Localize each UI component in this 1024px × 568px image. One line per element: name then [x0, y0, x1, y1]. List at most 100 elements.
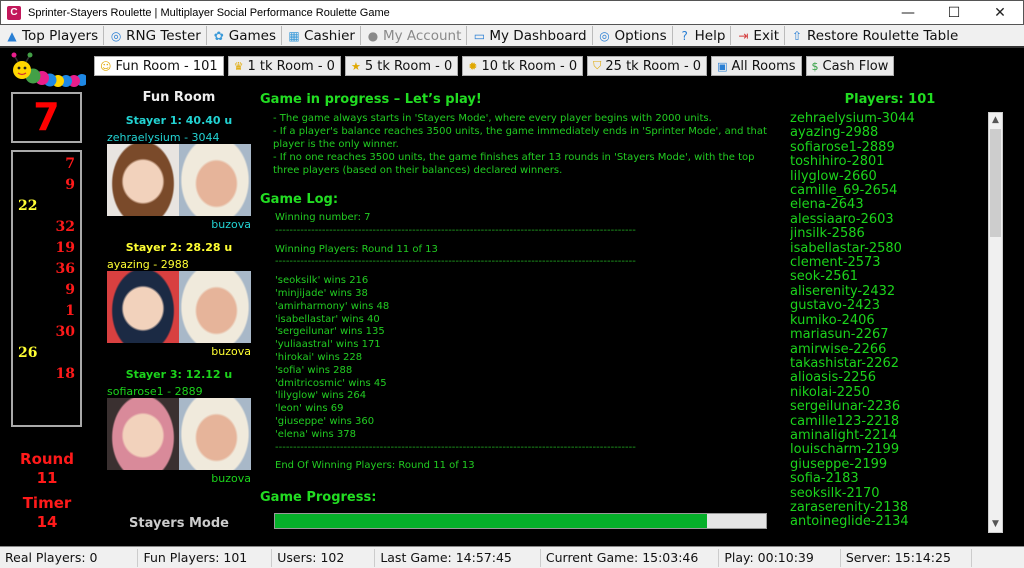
- player-list-item[interactable]: alioasis-2256: [790, 370, 986, 385]
- room-tabs: ☺ Fun Room - 101 ♛ 1 tk Room - 0 ★ 5 tk Room …: [94, 56, 895, 76]
- menu-item-restore-roulette-table[interactable]: ⇧ Restore Roulette Table: [785, 26, 963, 45]
- player-avatar: [107, 271, 179, 343]
- stayer-avatars: [107, 144, 251, 216]
- history-number: 36: [55, 261, 75, 277]
- menu-item-label: Exit: [753, 27, 779, 44]
- scroll-down-icon[interactable]: ▼: [989, 517, 1002, 532]
- status-current-game: Current Game: 15:03:46: [541, 548, 720, 567]
- menu-item-help[interactable]: ? Help: [673, 26, 732, 45]
- stayer-player-name: ayazing - 2988: [107, 258, 189, 271]
- player-list-item[interactable]: louischarm-2199: [790, 442, 986, 457]
- menu-item-label: My Dashboard: [489, 27, 587, 44]
- history-number: 22: [18, 198, 38, 214]
- menu-item-top-players[interactable]: ▲ Top Players: [0, 26, 105, 45]
- player-list-item[interactable]: amirwise-2266: [790, 342, 986, 357]
- timer-label: Timer: [22, 494, 72, 512]
- room-tab-25-tk-room[interactable]: ⛉ 25 tk Room - 0: [587, 56, 708, 76]
- player-list-item[interactable]: sofia-2183: [790, 471, 986, 486]
- player-list-item[interactable]: jinsilk-2586: [790, 226, 986, 241]
- player-list-item[interactable]: clement-2573: [790, 255, 986, 270]
- player-list-item[interactable]: aliserenity-2432: [790, 284, 986, 299]
- user-icon: ●: [367, 28, 379, 43]
- winning-number-line: Winning number: 7: [275, 212, 371, 223]
- menu-item-rng-tester[interactable]: ◎ RNG Tester: [104, 26, 207, 45]
- players-scrollbar[interactable]: ▲ ▼: [988, 112, 1003, 533]
- player-list-item[interactable]: zaraserenity-2138: [790, 500, 986, 515]
- player-list-item[interactable]: giuseppe-2199: [790, 457, 986, 472]
- player-list-item[interactable]: sergeilunar-2236: [790, 399, 986, 414]
- win-entry: 'sergeilunar' wins 135: [275, 326, 385, 338]
- game-rules: - The game always starts in 'Stayers Mod…: [273, 112, 773, 177]
- room-tab-cash-flow[interactable]: $ Cash Flow: [805, 56, 895, 76]
- player-list-item[interactable]: mariasun-2267: [790, 327, 986, 342]
- status-play: Play: 00:10:39: [719, 548, 841, 567]
- room-tab-fun-room[interactable]: ☺ Fun Room - 101: [94, 56, 224, 76]
- player-list-item[interactable]: sofiarose1-2889: [790, 140, 986, 155]
- stayer-avatars: [107, 398, 251, 470]
- menu-item-exit[interactable]: ⇥ Exit: [731, 26, 785, 45]
- room-title: Fun Room: [142, 90, 216, 105]
- player-list-item[interactable]: toshihiro-2801: [790, 154, 986, 169]
- dollar-icon: $: [811, 59, 819, 73]
- game-log-title: Game Log:: [260, 192, 339, 207]
- log-separator: ----------------------------------------…: [275, 224, 636, 236]
- player-list-item[interactable]: nikolai-2250: [790, 385, 986, 400]
- player-list-item[interactable]: takashistar-2262: [790, 356, 986, 371]
- player-list-item[interactable]: lilyglow-2660: [790, 169, 986, 184]
- menu-item-my-dashboard[interactable]: ▭ My Dashboard: [467, 26, 593, 45]
- game-progress-bar: [274, 513, 767, 529]
- player-list-item[interactable]: isabellastar-2580: [790, 241, 986, 256]
- player-list-item[interactable]: ayazing-2988: [790, 125, 986, 140]
- round-value: 11: [36, 469, 58, 487]
- player-list-item[interactable]: kumiko-2406: [790, 313, 986, 328]
- room-tab-all-rooms[interactable]: ▣ All Rooms: [711, 56, 802, 76]
- player-list-item[interactable]: elena-2643: [790, 198, 986, 213]
- win-entry: 'leon' wins 69: [275, 403, 344, 415]
- game-progress-fill: [275, 514, 708, 528]
- maximize-button[interactable]: ☐: [931, 1, 977, 25]
- status-fun-players: Fun Players: 101: [138, 548, 273, 567]
- win-entry: 'seoksilk' wins 216: [275, 275, 369, 287]
- room-tab-label: 5 tk Room - 0: [364, 58, 453, 74]
- scroll-up-icon[interactable]: ▲: [989, 113, 1002, 128]
- player-list-item[interactable]: gustavo-2423: [790, 298, 986, 313]
- menu-item-cashier[interactable]: ▦ Cashier: [282, 26, 361, 45]
- rule-line: - The game always starts in 'Stayers Mod…: [273, 113, 712, 124]
- podium-icon: ▲: [7, 28, 17, 43]
- room-tab-5-tk-room[interactable]: ★ 5 tk Room - 0: [344, 56, 459, 76]
- win-entry: 'yuliaastral' wins 171: [275, 339, 381, 351]
- help-icon: ?: [681, 28, 688, 43]
- room-tab-1-tk-room[interactable]: ♛ 1 tk Room - 0: [227, 56, 341, 76]
- history-number: 18: [55, 366, 75, 382]
- menu-item-games[interactable]: ✿ Games: [207, 26, 283, 45]
- exit-icon: ⇥: [738, 28, 749, 43]
- player-list-item[interactable]: alessiaaro-2603: [790, 212, 986, 227]
- log-separator: ----------------------------------------…: [275, 256, 636, 268]
- players-list[interactable]: zehraelysium-3044 ayazing-2988 sofiarose1-…: [790, 112, 986, 533]
- player-list-item[interactable]: zehraelysium-3044: [790, 112, 986, 126]
- minimize-button[interactable]: —: [885, 1, 931, 25]
- room-tab-label: 1 tk Room - 0: [247, 58, 335, 74]
- status-users: Users: 102: [272, 548, 376, 567]
- stayer-player-name: sofiarose1 - 2889: [107, 385, 203, 398]
- close-button[interactable]: ✕: [977, 1, 1023, 25]
- player-list-item[interactable]: camille123-2218: [790, 414, 986, 429]
- number-history: 7 9 22 32 19 36 9 1 30 26 18: [11, 150, 82, 427]
- timer-value: 14: [36, 513, 58, 531]
- player-list-item[interactable]: antoineglide-2134: [790, 514, 986, 529]
- player-avatar: [107, 398, 179, 470]
- room-tab-10-tk-room[interactable]: ✹ 10 tk Room - 0: [462, 56, 584, 76]
- partner-name: buzova: [211, 218, 251, 231]
- player-list-item[interactable]: seok-2561: [790, 270, 986, 285]
- round-label: Round: [20, 450, 74, 468]
- player-list-item[interactable]: seoksilk-2170: [790, 486, 986, 501]
- menu-item-my-account[interactable]: ● My Account: [361, 26, 468, 45]
- player-list-item[interactable]: camille_69-2654: [790, 183, 986, 198]
- menu-item-options[interactable]: ◎ Options: [593, 26, 673, 45]
- rule-line: - If no one reaches 3500 units, the game…: [273, 152, 755, 176]
- scrollbar-thumb[interactable]: [990, 129, 1001, 237]
- history-number: 9: [65, 177, 75, 193]
- player-list-item[interactable]: aminalight-2214: [790, 428, 986, 443]
- win-entry: 'hirokai' wins 228: [275, 351, 363, 363]
- title-bar: C Sprinter-Stayers Roulette | Multiplaye…: [0, 0, 1024, 25]
